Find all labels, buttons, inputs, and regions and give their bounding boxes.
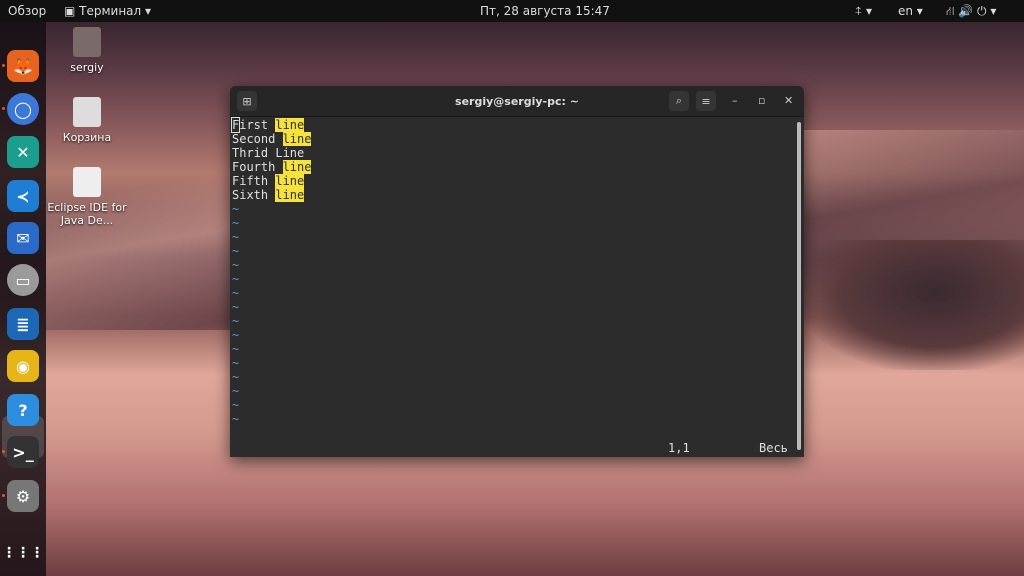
search-highlight: line: [275, 188, 305, 202]
search-highlight: line: [275, 118, 305, 132]
empty-line-tilde: ~: [232, 244, 240, 258]
empty-line-tilde: ~: [232, 216, 240, 230]
system-menu[interactable]: ⛙ 🔊 ⏻ ▾: [946, 4, 996, 20]
vscode-icon[interactable]: ≺: [7, 180, 39, 212]
empty-line-tilde: ~: [232, 300, 240, 314]
running-indicator: [2, 494, 5, 497]
trash-icon: [73, 97, 101, 127]
window-title: sergiy@sergiy-pc: ~: [455, 95, 579, 108]
desktop-icon-home[interactable]: sergiy: [42, 27, 132, 74]
eclipse-icon: [73, 167, 101, 197]
search-highlight: line: [282, 160, 312, 174]
text-line: First line: [232, 118, 804, 132]
chromium-icon[interactable]: ◯: [7, 93, 39, 125]
settings-icon[interactable]: ⚙: [7, 480, 39, 512]
show-apps-button[interactable]: ⋮⋮⋮: [2, 537, 44, 569]
thunderbird-icon[interactable]: ✉: [7, 222, 39, 254]
minimize-icon[interactable]: –: [732, 94, 738, 107]
text-line: Second line: [232, 132, 804, 146]
rhythmbox-icon[interactable]: ◉: [7, 350, 39, 382]
text-line: Sixth line: [232, 188, 804, 202]
search-highlight: line: [282, 132, 312, 146]
line-text: Thrid Line: [232, 146, 305, 160]
scrollbar[interactable]: [797, 122, 801, 450]
top-bar: Обзор ▣ Терминал ▾ Пт, 28 августа 15:47 …: [0, 0, 1024, 22]
empty-line-tilde: ~: [232, 370, 240, 384]
empty-line-tilde: ~: [232, 272, 240, 286]
app-menu[interactable]: ▣ Терминал ▾: [64, 4, 151, 18]
clock[interactable]: Пт, 28 августа 15:47: [480, 4, 610, 18]
desktop-icon-eclipse[interactable]: Eclipse IDE for Java De...: [42, 167, 132, 227]
vim-statusline: 1,1 Весь: [230, 441, 804, 455]
empty-line-tilde: ~: [232, 230, 240, 244]
running-indicator: [2, 450, 5, 453]
line-text: Fourth: [232, 160, 283, 174]
cursor-position: 1,1: [668, 441, 690, 455]
line-text: First: [232, 118, 276, 132]
empty-line-tilde: ~: [232, 258, 240, 272]
empty-line-tilde: ~: [232, 342, 240, 356]
terminal-window: ⊞ sergiy@sergiy-pc: ~ ⌕ ≡ – ▫ ✕ First li…: [230, 86, 804, 457]
writer-icon[interactable]: ≣: [7, 308, 39, 340]
line-text: Fifth: [232, 174, 276, 188]
empty-line-tilde: ~: [232, 384, 240, 398]
activities-button[interactable]: Обзор: [8, 4, 46, 18]
wallpaper-trees: [800, 240, 1024, 370]
line-text: Second: [232, 132, 283, 146]
search-highlight: line: [275, 174, 305, 188]
text-line: Fifth line: [232, 174, 804, 188]
menu-icon[interactable]: ≡: [696, 91, 716, 111]
empty-line-tilde: ~: [232, 314, 240, 328]
firefox-icon[interactable]: 🦊: [7, 50, 39, 82]
text-line: Fourth line: [232, 160, 804, 174]
empty-line-tilde: ~: [232, 356, 240, 370]
vim-buffer[interactable]: First line Second line Thrid Line Fourth li…: [230, 117, 804, 457]
close-icon[interactable]: ✕: [784, 94, 793, 107]
desktop-icon-trash[interactable]: Корзина: [42, 97, 132, 144]
language-menu[interactable]: en ▾: [898, 4, 923, 18]
help-icon[interactable]: ?: [7, 394, 39, 426]
terminal-icon[interactable]: >_: [7, 436, 39, 468]
line-text: Sixth: [232, 188, 276, 202]
terminal-icon: ▣: [64, 4, 80, 18]
dock: 🦊 ◯ ✕ ≺ ✉ ▭ ≣ ◉? >_ ⚙ ⋮⋮⋮: [0, 22, 46, 576]
search-icon[interactable]: ⌕: [669, 91, 689, 111]
running-indicator: [2, 107, 5, 110]
empty-line-tilde: ~: [232, 202, 240, 216]
maximize-icon[interactable]: ▫: [758, 94, 765, 107]
empty-line-tilde: ~: [232, 412, 240, 426]
terminal-header: ⊞ sergiy@sergiy-pc: ~ ⌕ ≡ – ▫ ✕: [230, 86, 804, 117]
empty-line-tilde: ~: [232, 398, 240, 412]
files-icon[interactable]: ▭: [7, 264, 39, 296]
running-indicator: [2, 64, 5, 67]
scroll-indicator: Весь: [759, 441, 788, 455]
accessibility-menu[interactable]: ⍏ ▾: [855, 4, 872, 19]
home-folder-icon: [73, 27, 101, 57]
gitkraken-icon[interactable]: ✕: [7, 136, 39, 168]
empty-line-tilde: ~: [232, 328, 240, 342]
text-line: Thrid Line: [232, 146, 804, 160]
empty-line-tilde: ~: [232, 286, 240, 300]
